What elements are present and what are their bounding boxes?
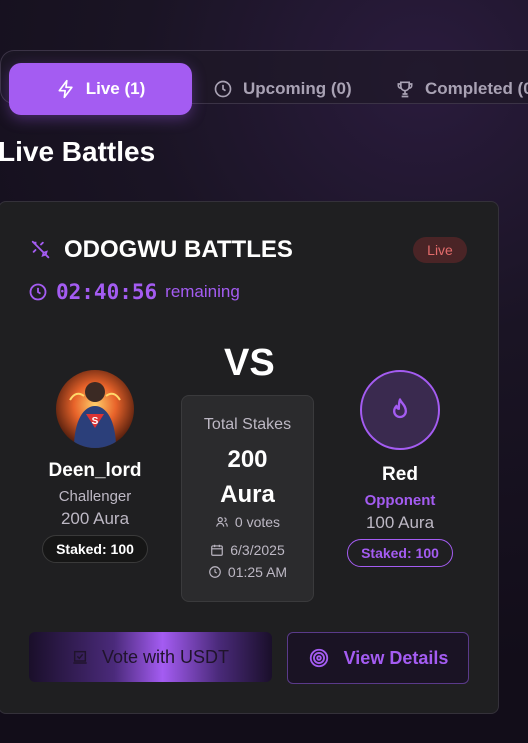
section-title: Live Battles [0, 136, 156, 167]
battle-time: 01:25 AM [182, 564, 313, 580]
time-text: 01:25 AM [227, 564, 288, 580]
opponent-role: Opponent [364, 492, 436, 509]
challenger-staked-badge: Staked: 100 [42, 535, 148, 563]
total-stakes-panel: Total Stakes 200 Aura 0 votes 6/3/2025 0… [181, 395, 314, 602]
date-text: 6/3/2025 [230, 542, 285, 558]
calendar-icon [211, 544, 224, 556]
stakes-unit: Aura [220, 481, 275, 508]
avatar[interactable] [360, 370, 440, 450]
total-stakes-label: Total Stakes [203, 416, 292, 433]
tab-live-label: Live (1) [85, 79, 146, 98]
tab-upcoming-label: Upcoming (0) [243, 79, 352, 98]
clock-icon [209, 566, 221, 578]
svg-text:S: S [92, 416, 99, 427]
clock-icon [29, 283, 47, 301]
opponent-panel: Red Opponent 100 Aura Staked: 100 [325, 370, 475, 567]
vote-with-usdt-button[interactable]: Vote with USDT [29, 632, 272, 682]
timer-value: 02:40:56 [56, 280, 158, 304]
challenger-aura: 200 Aura [60, 509, 130, 528]
avatar[interactable]: S [56, 370, 134, 448]
challenger-role: Challenger [58, 488, 132, 505]
status-badge: Live [413, 237, 467, 263]
battle-header: ODOGWU BATTLES [30, 236, 293, 264]
lightning-icon [58, 79, 73, 99]
votes-count: 0 votes [182, 514, 313, 530]
total-stakes-amount: 200 Aura [182, 442, 313, 512]
tab-upcoming[interactable]: Upcoming (0) [213, 63, 352, 115]
sword-icon [31, 240, 50, 259]
flame-icon [393, 398, 407, 419]
battle-date: 6/3/2025 [182, 542, 313, 558]
view-details-button[interactable]: View Details [287, 632, 469, 684]
votes-text: 0 votes [234, 514, 281, 530]
view-details-label: View Details [343, 647, 449, 668]
opponent-aura: 100 Aura [365, 513, 435, 532]
challenger-panel: S Deen_lord Challenger 200 Aura Staked: … [20, 370, 170, 563]
tab-completed[interactable]: Completed (0 [395, 63, 528, 115]
ballot-icon [73, 650, 87, 664]
battle-title: ODOGWU BATTLES [64, 236, 293, 263]
clock-icon [214, 80, 232, 98]
trophy-icon [397, 81, 413, 98]
opponent-name: Red [382, 464, 418, 485]
users-icon [216, 517, 228, 527]
tab-completed-label: Completed (0 [425, 79, 528, 98]
opponent-staked-badge: Staked: 100 [347, 539, 453, 567]
target-icon [309, 648, 328, 668]
stakes-value: 200 [227, 446, 268, 473]
challenger-name: Deen_lord [48, 460, 142, 481]
tab-live[interactable]: Live (1) [9, 63, 192, 115]
timer-label: remaining [165, 282, 240, 301]
vs-label: VS [224, 342, 275, 384]
vote-button-label: Vote with USDT [101, 646, 230, 667]
countdown-timer: 02:40:56 remaining [28, 280, 240, 304]
